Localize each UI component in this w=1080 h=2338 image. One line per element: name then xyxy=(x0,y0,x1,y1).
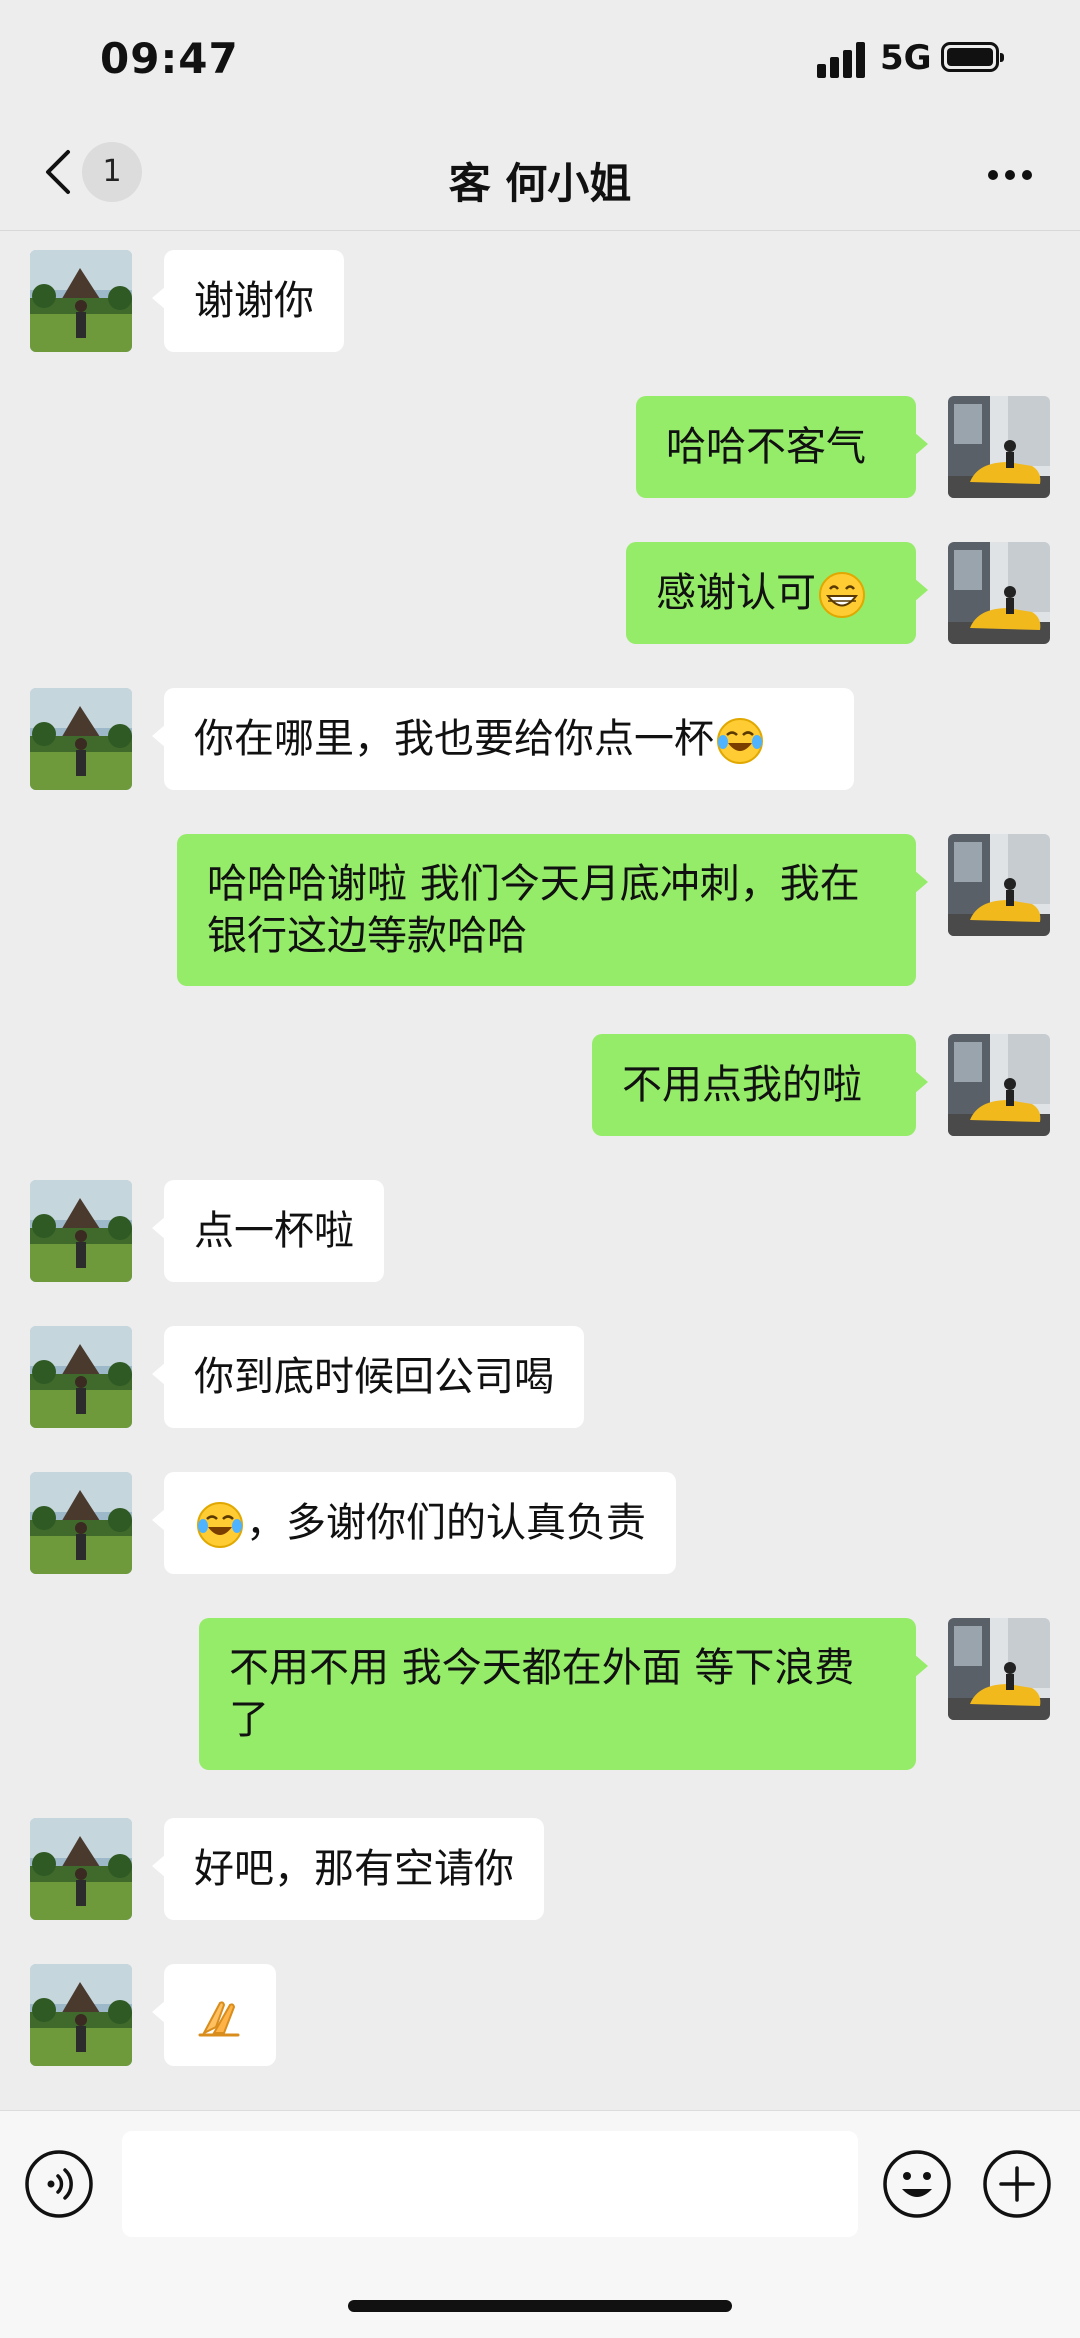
network-type: 5G xyxy=(880,38,932,78)
contact-avatar[interactable] xyxy=(30,688,132,790)
contact-avatar[interactable] xyxy=(30,250,132,352)
status-time: 09:47 xyxy=(100,34,239,83)
home-indicator xyxy=(348,2300,732,2312)
contact-avatar[interactable] xyxy=(30,1180,132,1282)
incoming-message-bubble[interactable]: 好吧，那有空请你 xyxy=(152,1818,544,1920)
my-avatar[interactable] xyxy=(948,1618,1050,1720)
incoming-message-bubble[interactable]: 谢谢你 xyxy=(152,250,344,352)
emoji-picker-icon[interactable] xyxy=(882,2149,952,2219)
message-text: 你在哪里，我也要给你点一杯 xyxy=(194,716,714,762)
incoming-message-bubble[interactable]: 点一杯啦 xyxy=(152,1180,384,1282)
contact-avatar[interactable] xyxy=(30,1964,132,2066)
battery-icon xyxy=(941,42,1004,72)
tears-of-joy-icon xyxy=(717,718,763,764)
more-actions-icon[interactable] xyxy=(982,2149,1052,2219)
message-text: 不用不用 我今天都在外面 等下浪费了 xyxy=(229,1645,855,1743)
incoming-message-bubble[interactable]: ，多谢你们的认真负责 xyxy=(152,1472,676,1574)
message-text: 不用点我的啦 xyxy=(622,1062,862,1108)
incoming-message-bubble[interactable]: 你到底时候回公司喝 xyxy=(152,1326,584,1428)
my-avatar[interactable] xyxy=(948,834,1050,936)
incoming-message-bubble[interactable] xyxy=(152,1964,276,2066)
message-text: 点一杯啦 xyxy=(194,1208,354,1254)
my-avatar[interactable] xyxy=(948,1034,1050,1136)
outgoing-message-bubble[interactable]: 不用点我的啦 xyxy=(592,1034,928,1136)
more-options-button[interactable] xyxy=(980,160,1040,190)
message-input[interactable] xyxy=(122,2131,858,2237)
voice-input-icon[interactable] xyxy=(24,2149,94,2219)
message-text: ，多谢你们的认真负责 xyxy=(246,1500,646,1546)
tears-of-joy-icon xyxy=(197,1502,243,1548)
nav-bar: 1 客 何小姐 xyxy=(0,120,1080,231)
message-text: 谢谢你 xyxy=(194,278,314,324)
my-avatar[interactable] xyxy=(948,542,1050,644)
folded-hands-icon xyxy=(198,2001,240,2037)
chat-title: 客 何小姐 xyxy=(448,159,632,208)
outgoing-message-bubble[interactable]: 感谢认可 xyxy=(626,542,928,644)
message-text: 感谢认可 xyxy=(656,570,816,616)
contact-avatar[interactable] xyxy=(30,1326,132,1428)
message-text: 哈哈不客气 xyxy=(666,424,866,470)
message-text: 哈哈哈谢啦 我们今天月底冲刺，我在银行这边等款哈哈 xyxy=(207,861,860,959)
outgoing-message-bubble[interactable]: 哈哈不客气 xyxy=(636,396,928,498)
contact-avatar[interactable] xyxy=(30,1472,132,1574)
contact-avatar[interactable] xyxy=(30,1818,132,1920)
outgoing-message-bubble[interactable]: 不用不用 我今天都在外面 等下浪费了 xyxy=(199,1618,928,1770)
grinning-face-icon xyxy=(819,572,865,618)
signal-icon xyxy=(817,42,869,78)
message-text: 好吧，那有空请你 xyxy=(194,1846,514,1892)
my-avatar[interactable] xyxy=(948,396,1050,498)
status-bar: 09:47 5G xyxy=(0,0,1080,120)
outgoing-message-bubble[interactable]: 哈哈哈谢啦 我们今天月底冲刺，我在银行这边等款哈哈 xyxy=(177,834,928,986)
message-text: 你到底时候回公司喝 xyxy=(194,1354,554,1400)
incoming-message-bubble[interactable]: 你在哪里，我也要给你点一杯 xyxy=(152,688,854,790)
